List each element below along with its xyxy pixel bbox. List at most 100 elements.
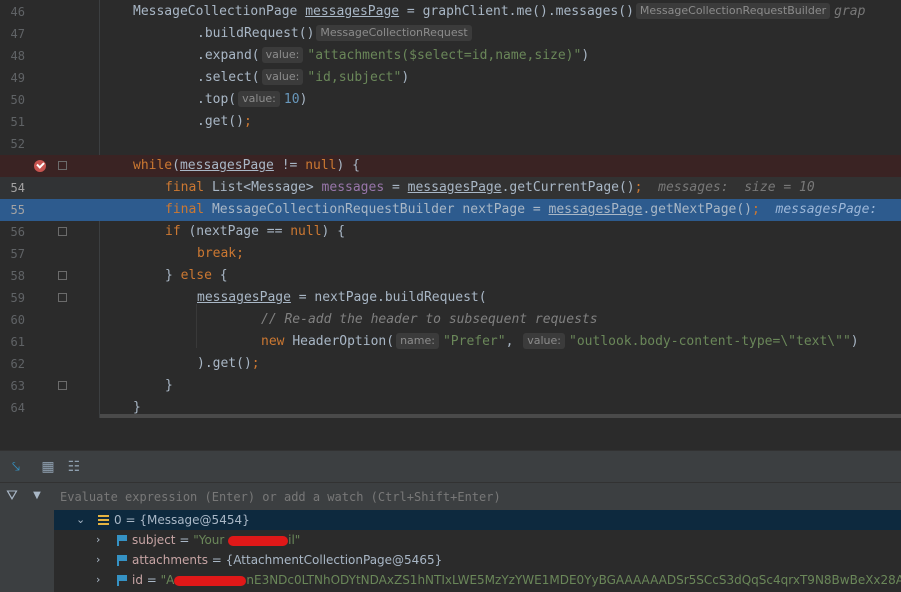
fold-icon[interactable] [58,381,67,390]
list-icon [98,515,109,525]
gutter: 63 [0,375,100,397]
breakpoint-icon[interactable] [34,160,46,172]
type-hint: MessageCollectionRequestBuilder [635,3,831,19]
line-number: 54 [10,181,25,195]
filter-icon[interactable]: ⛛ [2,486,22,506]
line-number: 52 [10,137,25,151]
code-line-61[interactable]: 61 new HeaderOption(name: "Prefer", value… [0,331,901,353]
chevron-down-icon[interactable]: ⌄ [76,510,85,530]
tree-row-attachments[interactable]: › attachments = {AttachmentCollectionPag… [54,550,901,570]
code-editor[interactable]: 46 MessageCollectionPage messagesPage = … [0,0,901,418]
code-text: final List<Message> messages = messagesP… [165,180,815,195]
code-line-57[interactable]: 57 break; [0,243,901,265]
code-line-52[interactable]: 52 [0,133,901,155]
code-line-50[interactable]: 50 .top(value: 10) [0,89,901,111]
line-number: 56 [10,225,25,239]
layout-icon[interactable]: ▦ [38,457,58,477]
param-hint: value: [238,91,280,107]
debug-side-strip [0,510,54,592]
gutter: 60 [0,309,100,331]
line-number: 58 [10,269,25,283]
line-number: 51 [10,115,25,129]
code-text: .top(value: 10) [197,91,308,107]
gutter: 49 [0,67,100,89]
watch-bar: ⛛ ▼ [0,482,901,512]
gutter: 54 [0,177,100,199]
param-hint: value: [261,47,304,63]
code-line-47[interactable]: 47 .buildRequest() MessageCollectionReque… [0,23,901,45]
line-number: 49 [10,71,25,85]
line-number: 64 [10,401,25,415]
gutter: 59 [0,287,100,309]
code-line-53[interactable]: 53 while(messagesPage != null) { [0,155,901,195]
fold-icon[interactable] [58,227,67,236]
code-line-58[interactable]: 58 } else { [0,265,901,287]
variables-tree[interactable]: ⌄ 0 = {Message@5454} › subject = "Your i… [54,510,901,592]
code-line-56[interactable]: 56 if (nextPage == null) { [0,221,901,243]
inline-debug-value: messagesPage: [775,202,878,217]
code-text: .select(value: "id,subject") [197,69,410,85]
code-line-60[interactable]: 60 // Re-add the header to subsequent re… [0,309,901,331]
redaction-mark [228,535,289,546]
code-line-48[interactable]: 48 .expand(value: "attachments($select=id… [0,45,901,67]
tree-row-id[interactable]: › id = "A nE3NDc0LTNhODYtNDAxZS1hNTIxLWE5… [54,570,901,590]
line-number: 50 [10,93,25,107]
code-text: } else { [165,268,228,283]
code-line-46[interactable]: 46 MessageCollectionPage messagesPage = … [0,1,901,23]
tree-row-subject[interactable]: › subject = "Your il" [54,530,901,550]
line-number: 62 [10,357,25,371]
code-line-55-execution-point[interactable]: 55 final MessageCollectionRequestBuilder… [0,199,901,221]
code-line-51[interactable]: 51 .get(); [0,111,901,133]
redaction-mark [174,575,247,586]
gutter: 61 [0,331,100,353]
param-hint: value: [261,69,304,85]
line-number: 46 [10,5,25,19]
code-line-54[interactable]: 54 final List<Message> messages = messag… [0,177,901,199]
code-text: break; [197,246,244,261]
debug-toolbar: ⤥ ▦ ☷ [0,450,901,483]
gutter: 52 [0,133,100,155]
tree-row-text: 0 = {Message@5454} [114,513,250,527]
line-number: 63 [10,379,25,393]
chevron-down-icon[interactable]: ▼ [27,486,47,506]
gutter: 47 [0,23,100,45]
evaluate-expression-input[interactable] [54,486,901,508]
gutter: 50 [0,89,100,111]
panel-divider[interactable] [0,418,901,450]
gutter: 51 [0,111,100,133]
code-text: .expand(value: "attachments($select=id,na… [197,47,590,63]
code-text: } [165,378,173,393]
gutter: 62 [0,353,100,375]
code-line-63[interactable]: 63 } [0,375,901,397]
param-hint: name: [396,333,439,349]
field-flag-icon [117,555,127,566]
tree-row-text: attachments = {AttachmentCollectionPage@… [132,553,443,567]
show-execution-point-icon[interactable]: ⤥ [6,457,26,477]
chevron-right-icon[interactable]: › [96,570,100,590]
code-text: .get(); [197,114,252,129]
code-line-59[interactable]: 59 messagesPage = nextPage.buildRequest( [0,287,901,309]
gutter: 58 [0,265,100,287]
fold-icon[interactable] [58,293,67,302]
line-number: 55 [10,203,25,217]
gutter: 57 [0,243,100,265]
fold-icon[interactable] [58,161,67,170]
chevron-right-icon[interactable]: › [96,530,100,550]
fold-icon[interactable] [58,271,67,280]
tree-row-text: subject = "Your il" [132,533,301,547]
code-text: final MessageCollectionRequestBuilder ne… [165,202,878,217]
line-number: 61 [10,335,25,349]
chevron-right-icon[interactable]: › [96,550,100,570]
code-line-49[interactable]: 49 .select(value: "id,subject") [0,67,901,89]
gutter: 53 [0,155,100,195]
settings-list-icon[interactable]: ☷ [64,457,84,477]
gutter: 46 [0,1,100,23]
indent-guide [196,304,197,348]
code-text: while(messagesPage != null) { [133,158,360,173]
gutter: 64 [0,397,100,418]
tree-row-root[interactable]: ⌄ 0 = {Message@5454} [54,510,901,530]
code-line-62[interactable]: 62 ).get(); [0,353,901,375]
gutter: 48 [0,45,100,67]
code-text: MessageCollectionPage messagesPage = gra… [133,3,866,19]
line-number: 60 [10,313,25,327]
